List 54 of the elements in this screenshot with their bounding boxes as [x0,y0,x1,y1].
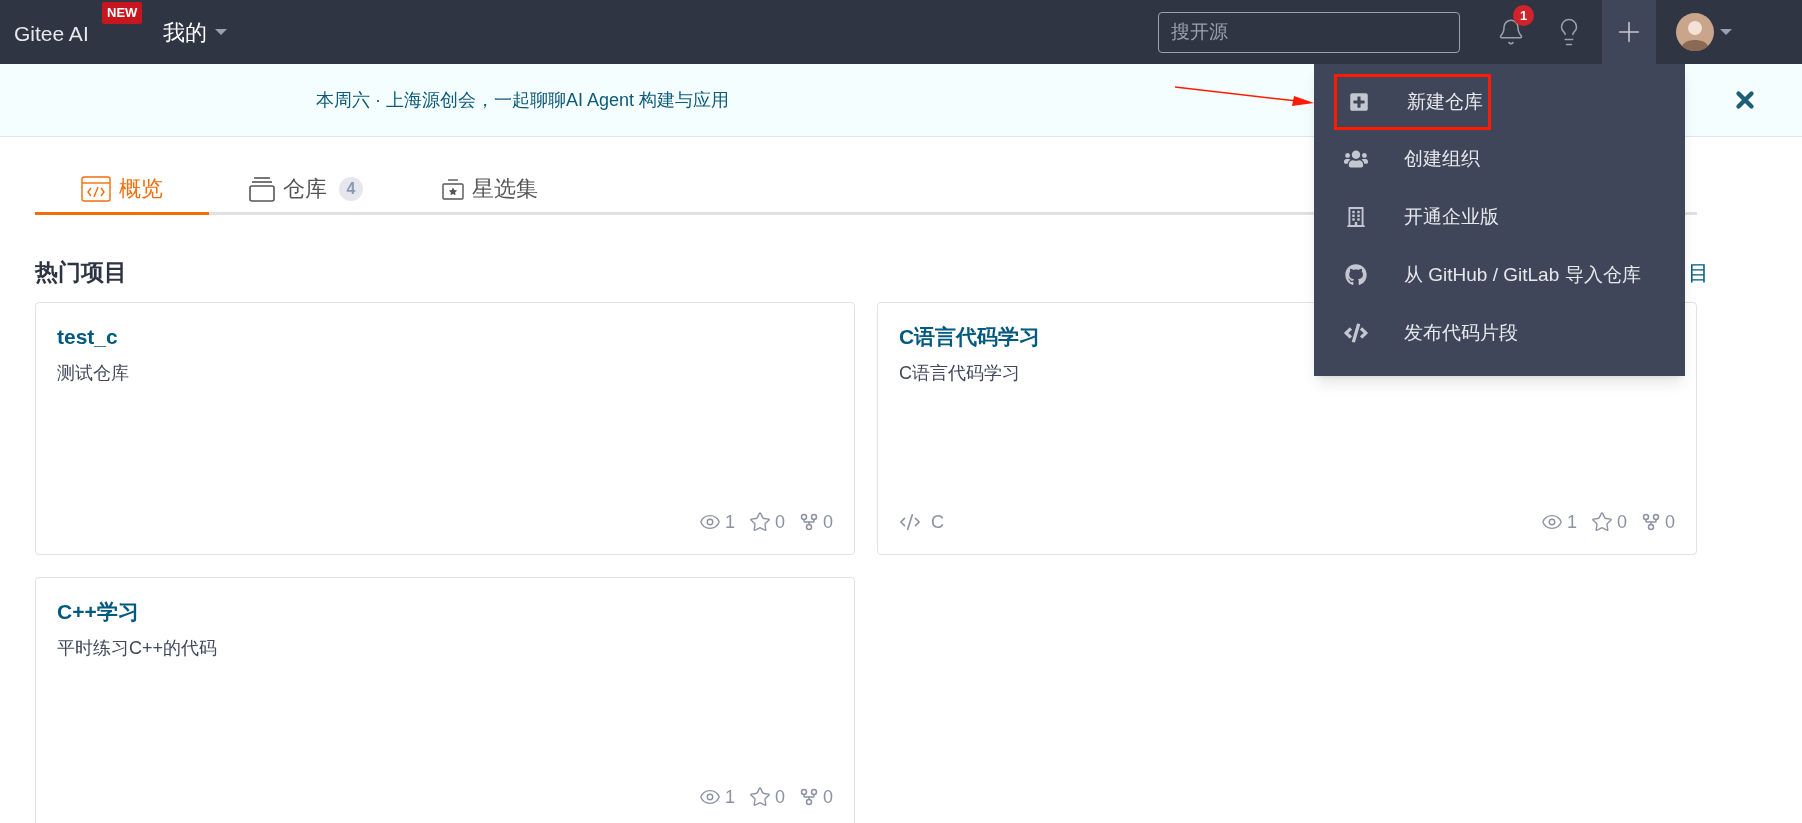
stack-icon [249,175,275,202]
banner-link[interactable]: 本周六 · 上海源创会，一起聊聊AI Agent 构建与应用 [316,86,730,114]
new-badge: NEW [102,2,143,24]
star-box-icon [442,177,464,200]
fork-icon [1641,512,1661,532]
fork-icon [799,512,819,532]
section-title: 热门项目 [35,258,127,287]
fork-count: 0 [1665,510,1675,534]
caret-icon [1720,29,1732,35]
repo-name[interactable]: C语言代码学习 [899,320,1041,352]
notification-count: 1 [1513,5,1534,26]
repo-description: C语言代码学习 [899,362,1020,385]
star-icon [1590,511,1613,533]
brand-link[interactable]: Gitee AI [14,18,89,50]
star-count: 0 [774,510,785,534]
repo-language: C [931,510,944,534]
watch-count: 1 [724,510,735,534]
my-menu[interactable]: 我的 [162,15,227,49]
code-window-icon [81,175,111,202]
code-icon [899,511,921,533]
menu-item[interactable]: 发布代码片段 [1334,304,1685,362]
menu-item[interactable]: 开通企业版 [1334,188,1685,246]
github-icon [1345,264,1367,286]
caret-icon [214,29,227,35]
menu-item[interactable]: 创建组织 [1334,130,1685,188]
repo-description: 测试仓库 [57,362,129,385]
watch-count: 1 [1566,510,1577,534]
avatar [1676,13,1714,51]
tab[interactable]: 星选集 [403,165,577,215]
tab-count: 4 [339,176,363,201]
star-count: 0 [1616,510,1627,534]
bell-icon [1497,18,1525,46]
repo-card[interactable]: C++学习 平时练习C++的代码 1 0 0 [35,576,855,823]
star-icon [748,511,771,533]
repo-card[interactable]: test_c 测试仓库 1 0 0 [35,301,855,555]
repo-description: 平时练习C++的代码 [57,637,218,660]
section-link[interactable]: 目 [1688,256,1709,288]
code-icon [1344,321,1368,345]
menu-item[interactable]: 新建仓库 [1334,74,1491,130]
fork-count: 0 [823,785,833,809]
building-icon [1346,207,1366,227]
repo-name[interactable]: test_c [57,320,118,352]
search-field[interactable]: 搜开源 [1158,11,1460,53]
star-icon [748,786,771,808]
fork-icon [799,787,819,807]
tab[interactable]: 仓库 4 [219,165,393,215]
star-count: 0 [774,785,785,809]
create-button[interactable] [1602,0,1656,64]
avatar-menu[interactable] [1676,13,1732,51]
repo-name[interactable]: C++学习 [57,595,139,627]
notifications-button[interactable]: 1 [1486,0,1536,64]
menu-item[interactable]: 从 GitHub / GitLab 导入仓库 [1334,246,1685,304]
watch-count: 1 [724,785,735,809]
fork-count: 0 [823,510,833,534]
